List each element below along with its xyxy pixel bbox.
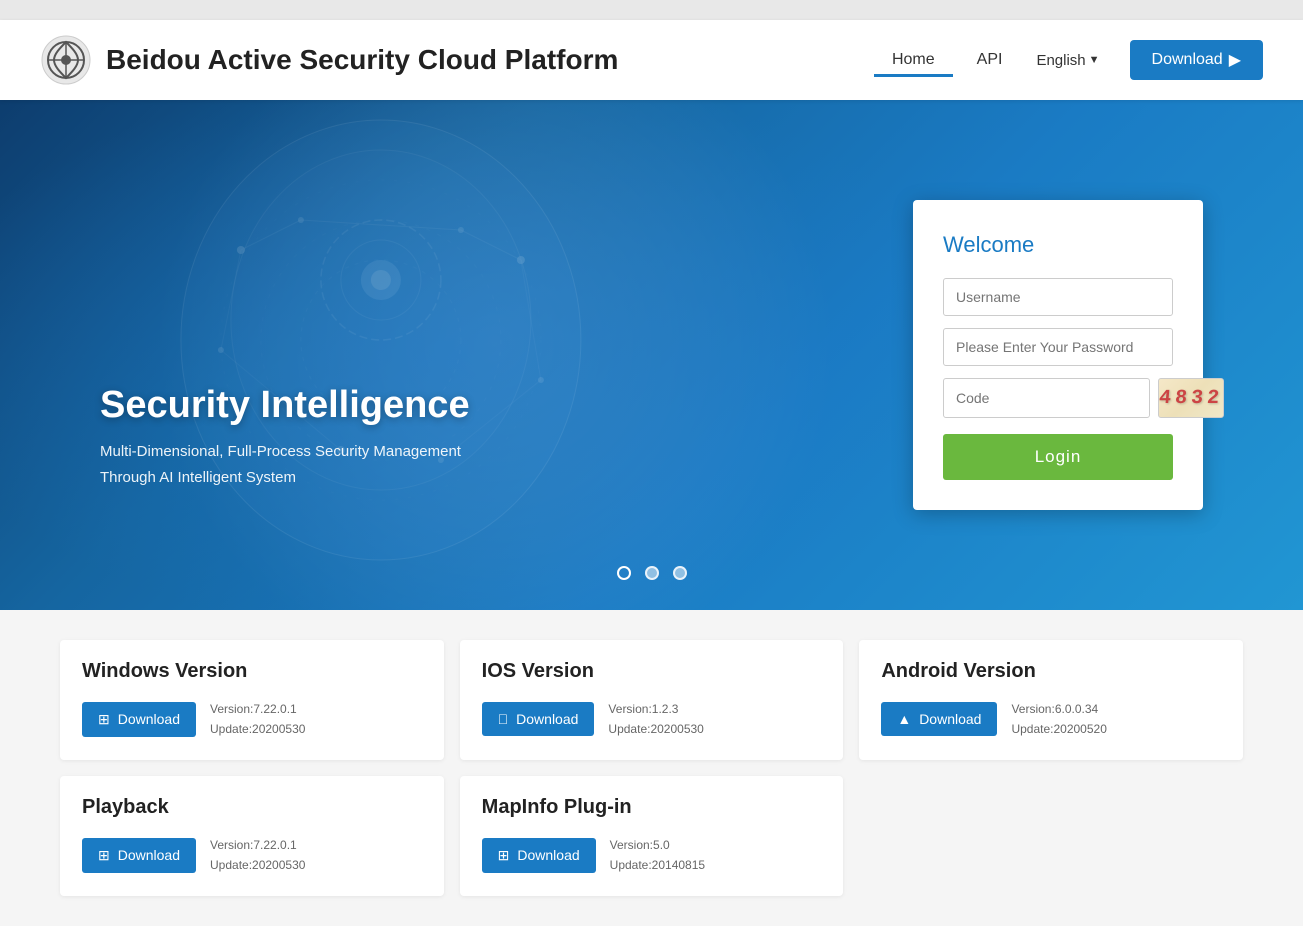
ios-version-card: IOS Version  Download Version:1.2.3 Upd…	[460, 640, 844, 760]
brand-logo	[40, 34, 92, 86]
mapinfo-download-button[interactable]: ⊞ Download	[482, 838, 596, 873]
download-grid-row1: Windows Version ⊞ Download Version:7.22.…	[60, 640, 1243, 760]
windows-version-card: Windows Version ⊞ Download Version:7.22.…	[60, 640, 444, 760]
playback-card: Playback ⊞ Download Version:7.22.0.1 Upd…	[60, 776, 444, 896]
mapinfo-meta: Version:5.0 Update:20140815	[610, 835, 705, 876]
hero-subtitle: Multi-Dimensional, Full-Process Security…	[100, 439, 470, 490]
login-button[interactable]: Login	[943, 434, 1173, 480]
captcha-image[interactable]: 4832	[1158, 378, 1224, 418]
playback-row: ⊞ Download Version:7.22.0.1 Update:20200…	[82, 835, 422, 876]
captcha-input[interactable]	[943, 378, 1150, 418]
ios-download-button[interactable]:  Download	[482, 702, 595, 736]
password-input[interactable]	[943, 328, 1173, 366]
nav-home[interactable]: Home	[874, 43, 953, 77]
android-version-meta: Version:6.0.0.34 Update:20200520	[1011, 699, 1106, 740]
hero-title: Security Intelligence	[100, 384, 470, 427]
windows-version-title: Windows Version	[82, 660, 422, 683]
ios-version-row:  Download Version:1.2.3 Update:20200530	[482, 699, 822, 740]
android-version-card: Android Version ▲ Download Version:6.0.0…	[859, 640, 1243, 760]
empty-card	[859, 776, 1243, 896]
login-card: Welcome 4832 Login	[913, 200, 1203, 510]
mapinfo-windows-icon: ⊞	[498, 847, 510, 864]
carousel-dot-2[interactable]	[645, 566, 659, 580]
download-grid-row2: Playback ⊞ Download Version:7.22.0.1 Upd…	[60, 776, 1243, 896]
captcha-row: 4832	[943, 378, 1173, 418]
mapinfo-title: MapInfo Plug-in	[482, 796, 822, 819]
nav-api[interactable]: API	[963, 43, 1017, 77]
hero-text-block: Security Intelligence Multi-Dimensional,…	[100, 384, 470, 490]
username-input[interactable]	[943, 278, 1173, 316]
carousel-dot-1[interactable]	[617, 566, 631, 580]
playback-download-button[interactable]: ⊞ Download	[82, 838, 196, 873]
hero-section: Security Intelligence Multi-Dimensional,…	[0, 100, 1303, 610]
android-download-button[interactable]: ▲ Download	[881, 702, 997, 736]
navbar-nav: Home API English ▼ Download ▶	[874, 40, 1263, 80]
ios-version-title: IOS Version	[482, 660, 822, 683]
windows-version-row: ⊞ Download Version:7.22.0.1 Update:20200…	[82, 699, 422, 740]
nav-download-button[interactable]: Download ▶	[1130, 40, 1263, 80]
carousel-dots	[617, 566, 687, 580]
navbar-title: Beidou Active Security Cloud Platform	[106, 44, 618, 76]
windows-icon: ⊞	[98, 711, 110, 728]
chevron-down-icon: ▼	[1089, 54, 1100, 66]
android-version-row: ▲ Download Version:6.0.0.34 Update:20200…	[881, 699, 1221, 740]
navbar: Beidou Active Security Cloud Platform Ho…	[0, 20, 1303, 100]
navbar-brand: Beidou Active Security Cloud Platform	[40, 34, 618, 86]
hero-network-illustration	[0, 100, 782, 610]
login-welcome: Welcome	[943, 232, 1173, 258]
ios-version-meta: Version:1.2.3 Update:20200530	[608, 699, 703, 740]
mapinfo-row: ⊞ Download Version:5.0 Update:20140815	[482, 835, 822, 876]
windows-version-meta: Version:7.22.0.1 Update:20200530	[210, 699, 305, 740]
mapinfo-card: MapInfo Plug-in ⊞ Download Version:5.0 U…	[460, 776, 844, 896]
apple-icon: 	[498, 711, 509, 727]
windows-download-button[interactable]: ⊞ Download	[82, 702, 196, 737]
carousel-dot-3[interactable]	[673, 566, 687, 580]
nav-lang[interactable]: English ▼	[1026, 44, 1109, 77]
playback-meta: Version:7.22.0.1 Update:20200530	[210, 835, 305, 876]
playback-title: Playback	[82, 796, 422, 819]
playback-windows-icon: ⊞	[98, 847, 110, 864]
browser-bar	[0, 0, 1303, 20]
arrow-right-icon: ▶	[1229, 50, 1241, 70]
android-version-title: Android Version	[881, 660, 1221, 683]
download-section: Windows Version ⊞ Download Version:7.22.…	[0, 610, 1303, 926]
android-icon: ▲	[897, 711, 911, 727]
